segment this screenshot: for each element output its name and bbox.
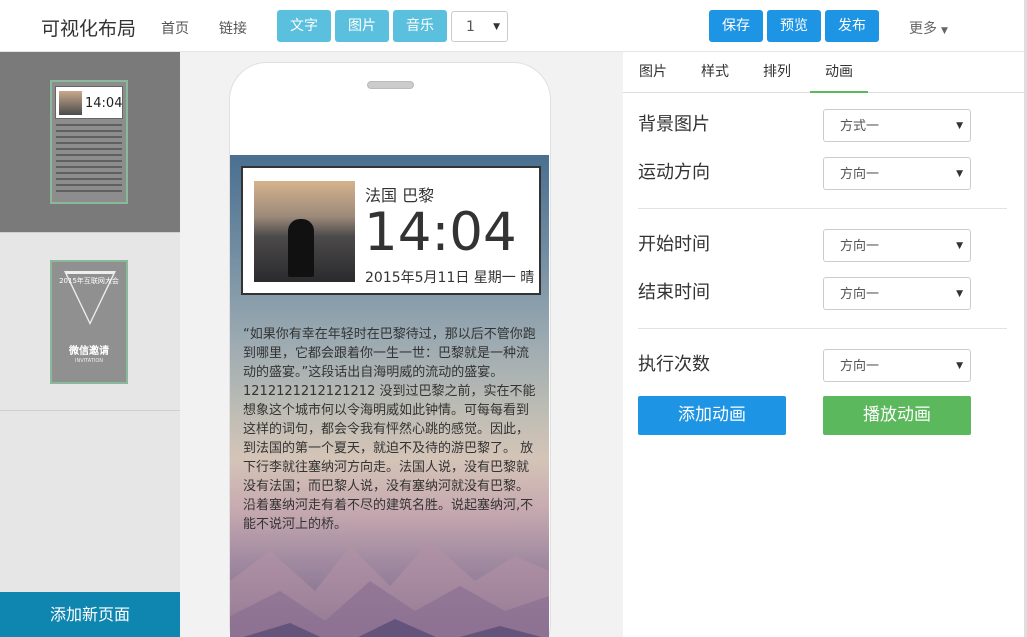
page-thumbnail-slot-1[interactable]: 14:04 — [0, 52, 180, 232]
thumbnail-weather-card: 14:04 — [55, 86, 123, 119]
add-music-button[interactable]: 音乐 — [393, 10, 447, 42]
phone-screen[interactable]: 法国 巴黎 14:04 2015年5月11日 星期一 晴 “如果你有幸在年轻时在… — [230, 155, 549, 637]
person-silhouette — [288, 219, 314, 277]
article-text[interactable]: “如果你有幸在年轻时在巴黎待过，那以后不管你跑到哪里，它都会跟着你一生一世：巴黎… — [243, 325, 541, 534]
bg-image-select-value: 方式一 — [840, 119, 880, 134]
nav-links-link[interactable]: 链接 — [219, 18, 247, 38]
section-divider — [638, 328, 1007, 329]
bg-image-label: 背景图片 — [638, 114, 710, 135]
weather-time: 14:04 — [364, 202, 517, 263]
publish-button[interactable]: 发布 — [825, 10, 879, 42]
caret-down-icon: ▼ — [956, 169, 963, 179]
thumbnail-text-lines — [56, 124, 122, 196]
nav-home-link[interactable]: 首页 — [161, 18, 189, 38]
caret-down-icon: ▼ — [956, 121, 963, 131]
thumbnail-title: 2015年互联网大会 — [59, 277, 119, 285]
save-button[interactable]: 保存 — [709, 10, 763, 42]
panel-tabs: 图片 样式 排列 动画 — [623, 52, 1027, 93]
end-time-select-value: 方向一 — [840, 287, 880, 302]
tab-animation[interactable]: 动画 — [810, 52, 868, 93]
thumbnail-subtitle: INVITATION — [74, 358, 103, 364]
tab-style[interactable]: 样式 — [693, 52, 737, 93]
top-bar: 可视化布局 首页 链接 文字 图片 音乐 1 ▼ 保存 预览 发布 更多 ▼ — [0, 0, 1027, 52]
page-select[interactable]: 1 ▼ — [451, 11, 508, 42]
repeat-count-label: 执行次数 — [638, 354, 710, 375]
weather-card[interactable]: 法国 巴黎 14:04 2015年5月11日 星期一 晴 — [241, 166, 541, 295]
bg-image-select[interactable]: 方式一 ▼ — [823, 109, 971, 142]
caret-down-icon: ▼ — [941, 26, 948, 36]
page-thumbnail-2[interactable]: 2015年互联网大会 微信邀请 INVITATION — [50, 260, 128, 384]
thumbnail-photo — [59, 91, 82, 115]
repeat-count-select[interactable]: 方向一 ▼ — [823, 349, 971, 382]
caret-down-icon: ▼ — [956, 361, 963, 371]
more-label: 更多 — [909, 21, 937, 37]
thumbnail-time: 14:04 — [85, 96, 123, 111]
weather-card-photo — [254, 181, 355, 282]
add-new-page-button[interactable]: 添加新页面 — [0, 592, 180, 637]
preview-button[interactable]: 预览 — [767, 10, 821, 42]
start-time-select[interactable]: 方向一 ▼ — [823, 229, 971, 262]
page-thumbnail-1[interactable]: 14:04 — [50, 80, 128, 204]
caret-down-icon: ▼ — [956, 241, 963, 251]
more-dropdown[interactable]: 更多 ▼ — [909, 18, 948, 38]
page-select-value: 1 — [466, 19, 475, 35]
tab-arrange[interactable]: 排列 — [755, 52, 799, 93]
end-time-select[interactable]: 方向一 ▼ — [823, 277, 971, 310]
direction-label: 运动方向 — [638, 162, 710, 183]
direction-select-value: 方向一 — [840, 167, 880, 182]
caret-down-icon: ▼ — [956, 289, 963, 299]
thumbnail-logo: 微信邀请 — [69, 346, 109, 357]
play-animation-button[interactable]: 播放动画 — [823, 396, 971, 435]
direction-select[interactable]: 方向一 ▼ — [823, 157, 971, 190]
editor-canvas: 法国 巴黎 14:04 2015年5月11日 星期一 晴 “如果你有幸在年轻时在… — [180, 52, 623, 637]
end-time-label: 结束时间 — [638, 282, 710, 303]
properties-panel: 图片 样式 排列 动画 背景图片 方式一 ▼ 运动方向 方向一 ▼ 开始时间 方… — [623, 52, 1027, 637]
add-image-button[interactable]: 图片 — [335, 10, 389, 42]
tab-image[interactable]: 图片 — [631, 52, 675, 93]
app-title: 可视化布局 — [41, 18, 137, 40]
weather-date: 2015年5月11日 星期一 晴 — [365, 270, 535, 286]
phone-speaker — [367, 81, 414, 89]
start-time-select-value: 方向一 — [840, 239, 880, 254]
page-thumbnail-slot-2[interactable]: 2015年互联网大会 微信邀请 INVITATION — [0, 232, 180, 411]
add-animation-button[interactable]: 添加动画 — [638, 396, 786, 435]
add-text-button[interactable]: 文字 — [277, 10, 331, 42]
section-divider — [638, 208, 1007, 209]
page-list-sidebar: 14:04 2015年互联网大会 微信邀请 INVITATION — [0, 52, 180, 637]
caret-down-icon: ▼ — [493, 22, 500, 32]
repeat-count-select-value: 方向一 — [840, 359, 880, 374]
start-time-label: 开始时间 — [638, 234, 710, 255]
